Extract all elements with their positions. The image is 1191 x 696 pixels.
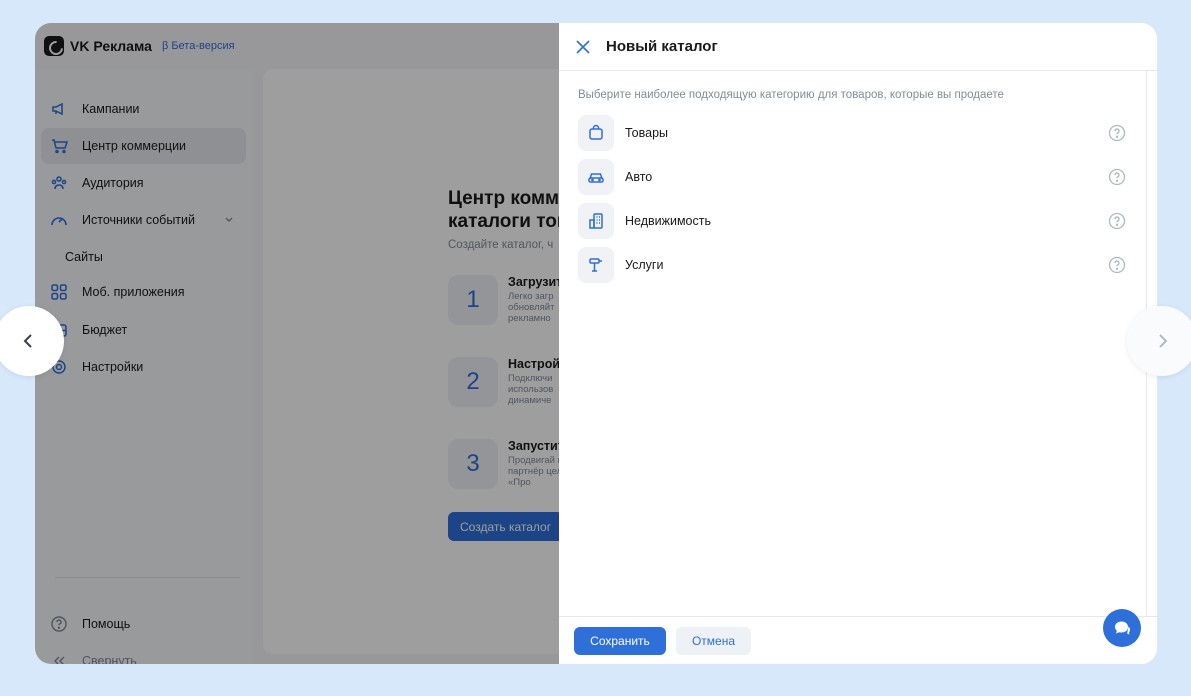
new-catalog-panel: Новый каталог Выберите наиболее подходящ… <box>559 23 1157 664</box>
category-label: Авто <box>625 170 653 184</box>
panel-title: Новый каталог <box>606 38 718 55</box>
chat-icon <box>1115 621 1130 635</box>
category-services[interactable]: Услуги <box>578 247 1126 283</box>
building-icon <box>578 203 614 239</box>
category-auto[interactable]: Авто <box>578 159 1126 195</box>
help-icon[interactable] <box>1108 256 1126 274</box>
panel-header: Новый каталог <box>559 23 1157 71</box>
help-icon[interactable] <box>1108 168 1126 186</box>
carousel-next-button[interactable] <box>1127 306 1191 376</box>
category-real-estate[interactable]: Недвижимость <box>578 203 1126 239</box>
panel-footer: Сохранить Отмена <box>559 616 1157 664</box>
app-window: VK Реклама β Бета-версия Кампании Центр … <box>35 23 1157 664</box>
help-icon[interactable] <box>1108 212 1126 230</box>
car-icon <box>578 159 614 195</box>
service-icon <box>578 247 614 283</box>
bag-icon <box>578 115 614 151</box>
category-label: Услуги <box>625 258 664 272</box>
help-icon[interactable] <box>1108 124 1126 142</box>
save-button[interactable]: Сохранить <box>574 627 666 655</box>
background-app: VK Реклама β Бета-версия Кампании Центр … <box>35 23 570 664</box>
category-label: Товары <box>625 126 668 140</box>
chevron-right-icon <box>1159 334 1168 348</box>
chevron-left-icon <box>23 334 32 348</box>
close-icon[interactable] <box>574 38 592 56</box>
category-hint: Выберите наиболее подходящую категорию д… <box>578 89 1004 101</box>
chat-button[interactable] <box>1103 609 1141 647</box>
cancel-button[interactable]: Отмена <box>676 627 751 655</box>
modal-overlay[interactable] <box>35 23 559 664</box>
category-goods[interactable]: Товары <box>578 115 1126 151</box>
category-label: Недвижимость <box>625 214 711 228</box>
